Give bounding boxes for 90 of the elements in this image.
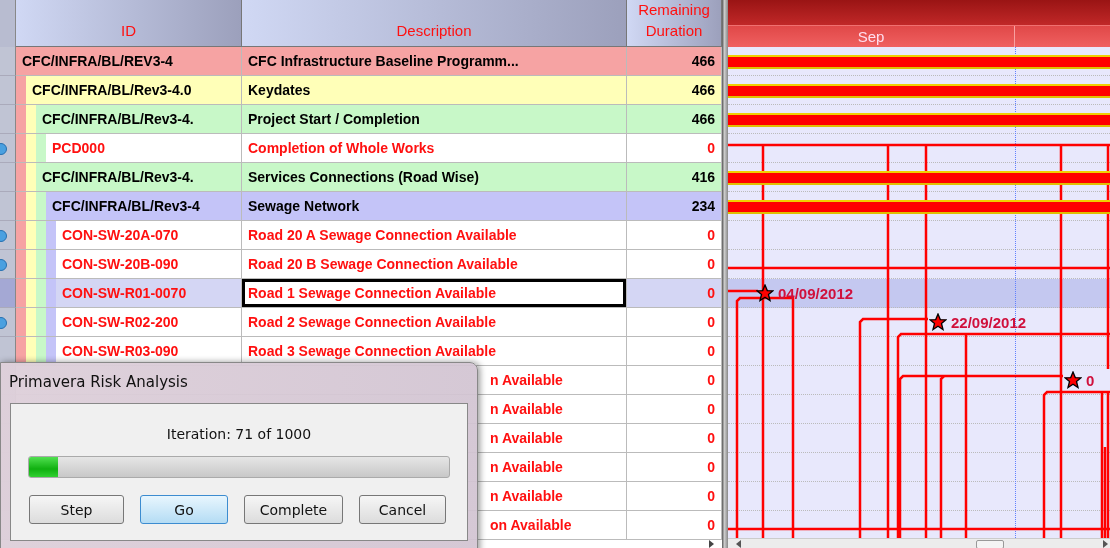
id-cell: CFC/INFRA/BL/REV3-4 (16, 47, 242, 75)
header-corner (0, 0, 16, 47)
indent-band (26, 279, 36, 307)
duration-cell: 0 (627, 279, 722, 308)
duration-cell: 416 (627, 163, 722, 192)
duration-cell: 0 (627, 482, 722, 511)
description-cell: Sewage Network (242, 192, 627, 221)
id-cell: CFC/INFRA/BL/Rev3-4.0 (26, 76, 242, 104)
indent-band (36, 308, 46, 336)
description-cell: Road 3 Sewage Connection Available (242, 337, 627, 366)
milestone-date: 0 (1086, 372, 1095, 389)
indent-band (36, 192, 46, 220)
indent-band (46, 279, 56, 307)
description-cell: Road 2 Sewage Connection Available (242, 308, 627, 337)
row-header[interactable] (0, 308, 16, 337)
indent-band (26, 250, 36, 278)
duration-cell: 0 (627, 511, 722, 540)
row-header[interactable] (0, 163, 16, 192)
indent-band (46, 250, 56, 278)
description-cell: Road 20 B Sewage Connection Available (242, 250, 627, 279)
dialog-button[interactable]: Step (29, 495, 124, 524)
indent-band (16, 279, 26, 307)
indent-band (36, 134, 46, 162)
duration-cell: 0 (627, 395, 722, 424)
indent-band (16, 192, 26, 220)
duration-cell: 0 (627, 308, 722, 337)
id-cell: CON-SW-R01-0070 (56, 279, 242, 307)
indent-band (16, 308, 26, 336)
scroll-right-icon[interactable] (709, 540, 714, 548)
indent-band (36, 279, 46, 307)
star-icon (1064, 371, 1082, 389)
duration-cell: 0 (627, 424, 722, 453)
indent-band (26, 308, 36, 336)
indent-band (16, 250, 26, 278)
indent-band (16, 163, 26, 191)
description-cell: Project Start / Completion (242, 105, 627, 134)
horizontal-scrollbar[interactable] (728, 538, 1110, 548)
indent-band (36, 250, 46, 278)
duration-cell: 466 (627, 47, 722, 76)
dialog-title: Primavera Risk Analysis (9, 373, 188, 391)
indent-band (26, 134, 36, 162)
indent-band (26, 221, 36, 249)
description-cell: Road 1 Sewage Connection Available (242, 279, 627, 308)
star-icon (929, 313, 947, 331)
dialog-button[interactable]: Go (140, 495, 228, 524)
scroll-thumb[interactable] (976, 540, 1004, 548)
duration-cell: 0 (627, 366, 722, 395)
row-header[interactable] (0, 250, 16, 279)
indent-band (16, 105, 26, 133)
row-header[interactable] (0, 279, 16, 308)
description-cell: Services Connections (Road Wise) (242, 163, 627, 192)
row-header[interactable] (0, 47, 16, 76)
star-icon (756, 284, 774, 302)
row-header[interactable] (0, 76, 16, 105)
indent-band (16, 221, 26, 249)
row-header[interactable] (0, 134, 16, 163)
indent-band (26, 163, 36, 191)
description-cell: CFC Infrastructure Baseline Programm... (242, 47, 627, 76)
indent-band (36, 221, 46, 249)
id-cell: CFC/INFRA/BL/Rev3-4. (36, 105, 242, 133)
indent-band (16, 134, 26, 162)
duration-cell: 466 (627, 105, 722, 134)
duration-cell: 0 (627, 221, 722, 250)
id-cell: CFC/INFRA/BL/Rev3-4 (46, 192, 242, 220)
duration-cell: 0 (627, 453, 722, 482)
splitter[interactable] (722, 0, 728, 548)
description-cell: Keydates (242, 76, 627, 105)
duration-cell: 0 (627, 250, 722, 279)
id-cell: CFC/INFRA/BL/Rev3-4. (36, 163, 242, 191)
indent-band (26, 105, 36, 133)
indent-band (16, 76, 26, 104)
milestone-date: 04/09/2012 (778, 285, 854, 302)
dialog-button[interactable]: Complete (244, 495, 343, 524)
row-header[interactable] (0, 105, 16, 134)
scroll-right-icon[interactable] (1103, 540, 1108, 548)
duration-cell: 0 (627, 337, 722, 366)
row-header[interactable] (0, 192, 16, 221)
dialog-button[interactable]: Cancel (359, 495, 446, 524)
description-cell: Road 20 A Sewage Connection Available (242, 221, 627, 250)
row-header[interactable] (0, 221, 16, 250)
milestone-date: 22/09/2012 (951, 314, 1027, 331)
month-header: Sep (728, 26, 1015, 47)
duration-cell: 466 (627, 76, 722, 105)
duration-cell: 234 (627, 192, 722, 221)
indent-band (26, 192, 36, 220)
description-cell: Completion of Whole Works (242, 134, 627, 163)
indent-band (46, 221, 56, 249)
scroll-left-icon[interactable] (736, 540, 741, 548)
duration-cell: 0 (627, 134, 722, 163)
indent-band (46, 308, 56, 336)
